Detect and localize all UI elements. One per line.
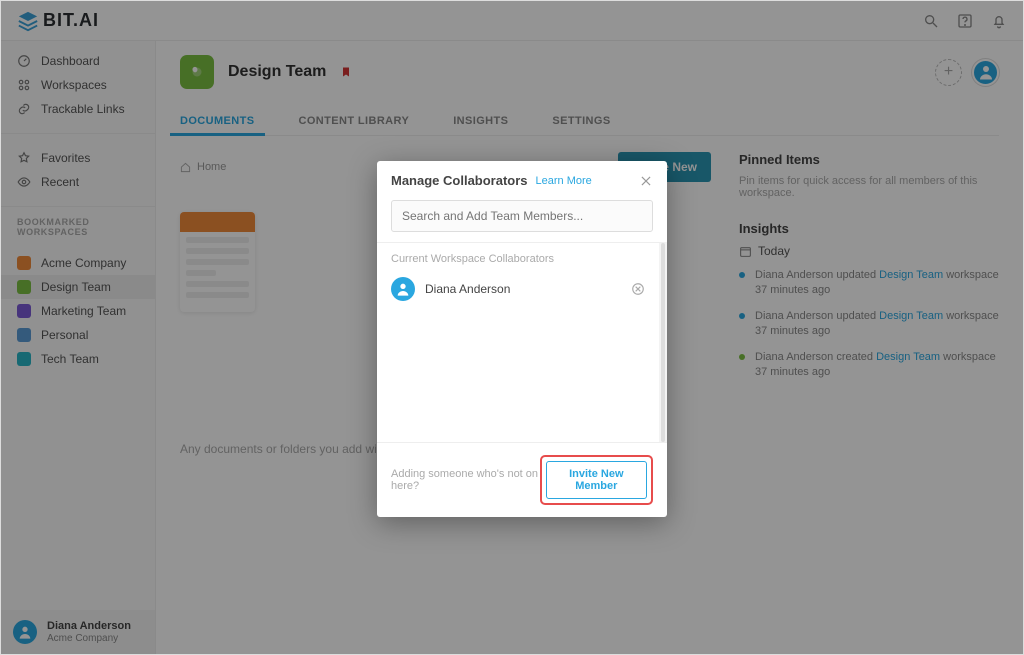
sidebar: Dashboard Workspaces Trackable Links Fav… <box>1 41 156 654</box>
sidebar-item-label: Personal <box>41 328 88 342</box>
sidebar-item-label: Trackable Links <box>41 102 125 116</box>
status-dot <box>739 313 745 319</box>
insight-item: Diana Anderson updated Design Team works… <box>739 268 999 299</box>
insight-link[interactable]: Design Team <box>879 269 943 281</box>
sidebar-item-label: Design Team <box>41 280 111 294</box>
sidebar-workspace-item[interactable]: Design Team <box>1 275 155 299</box>
status-dot <box>739 354 745 360</box>
document-card[interactable] <box>180 212 255 312</box>
sidebar-item-label: Favorites <box>41 151 90 165</box>
avatar-icon <box>391 277 415 301</box>
sidebar-workspace-item[interactable]: Tech Team <box>1 347 155 371</box>
breadcrumb-label: Home <box>197 161 226 173</box>
manage-collaborators-modal: Manage Collaborators Learn More Current … <box>377 161 667 517</box>
modal-title: Manage Collaborators <box>391 173 528 188</box>
tab-settings[interactable]: SETTINGS <box>552 107 610 135</box>
sidebar-item-label: Marketing Team <box>41 304 126 318</box>
home-icon <box>180 162 191 173</box>
pinned-title: Pinned Items <box>739 152 999 167</box>
tab-documents[interactable]: DOCUMENTS <box>180 107 255 135</box>
sidebar-item-recent[interactable]: Recent <box>1 170 155 194</box>
close-icon[interactable] <box>639 174 653 188</box>
tab-content-library[interactable]: CONTENT LIBRARY <box>299 107 410 135</box>
brand-logo[interactable]: BIT.AI <box>17 10 99 32</box>
grid-icon <box>17 78 31 92</box>
profile-sub: Acme Company <box>47 633 131 644</box>
pinned-sub: Pin items for quick access for all membe… <box>739 175 999 199</box>
collaborator-name: Diana Anderson <box>425 282 510 296</box>
insight-link[interactable]: Design Team <box>876 351 940 363</box>
profile-name: Diana Anderson <box>47 620 131 632</box>
workspace-tabs: DOCUMENTS CONTENT LIBRARY INSIGHTS SETTI… <box>180 107 999 136</box>
sidebar-item-label: Workspaces <box>41 78 107 92</box>
sidebar-item-workspaces[interactable]: Workspaces <box>1 73 155 97</box>
search-members-input[interactable] <box>391 200 653 232</box>
collaborator-row: Diana Anderson <box>391 273 645 305</box>
sidebar-item-dashboard[interactable]: Dashboard <box>1 49 155 73</box>
add-member-button[interactable]: + <box>935 59 962 86</box>
workspace-badge <box>180 55 214 89</box>
tab-insights[interactable]: INSIGHTS <box>453 107 508 135</box>
top-bar: BIT.AI <box>1 1 1023 41</box>
workspace-color-swatch <box>17 328 31 342</box>
help-icon[interactable] <box>957 13 973 29</box>
sidebar-section-header: BOOKMARKED WORKSPACES <box>1 211 155 243</box>
profile-card[interactable]: Diana Anderson Acme Company <box>1 610 155 654</box>
bookmark-icon[interactable] <box>340 65 352 79</box>
breadcrumb[interactable]: Home <box>180 161 226 173</box>
sidebar-item-trackable-links[interactable]: Trackable Links <box>1 97 155 121</box>
sidebar-item-label: Tech Team <box>41 352 99 366</box>
workspace-color-swatch <box>17 280 31 294</box>
sidebar-workspace-item[interactable]: Personal <box>1 323 155 347</box>
eye-icon <box>17 175 31 189</box>
gauge-icon <box>17 54 31 68</box>
sidebar-item-label: Acme Company <box>41 256 126 270</box>
sidebar-item-favorites[interactable]: Favorites <box>1 146 155 170</box>
insight-item: Diana Anderson updated Design Team works… <box>739 309 999 340</box>
remove-icon[interactable] <box>631 282 645 296</box>
modal-footer-note: Adding someone who's not on here? <box>391 468 540 492</box>
link-icon <box>17 102 31 116</box>
scrollbar[interactable] <box>661 243 665 442</box>
sidebar-item-label: Recent <box>41 175 79 189</box>
sidebar-workspace-item[interactable]: Acme Company <box>1 251 155 275</box>
insights-title: Insights <box>739 221 999 236</box>
workspace-color-swatch <box>17 256 31 270</box>
learn-more-link[interactable]: Learn More <box>536 175 592 187</box>
workspace-color-swatch <box>17 304 31 318</box>
invite-new-member-button[interactable]: Invite New Member <box>546 461 647 499</box>
calendar-icon <box>739 245 752 258</box>
search-icon[interactable] <box>923 13 939 29</box>
sidebar-item-label: Dashboard <box>41 54 100 68</box>
avatar-icon <box>13 620 37 644</box>
insights-day: Today <box>739 244 999 258</box>
insight-link[interactable]: Design Team <box>879 310 943 322</box>
star-icon <box>17 151 31 165</box>
status-dot <box>739 272 745 278</box>
sidebar-workspace-item[interactable]: Marketing Team <box>1 299 155 323</box>
member-avatar[interactable] <box>972 59 999 86</box>
workspace-title: Design Team <box>228 63 326 81</box>
brand-text: BIT.AI <box>43 10 99 31</box>
invite-highlight: Invite New Member <box>540 455 653 505</box>
modal-subtitle: Current Workspace Collaborators <box>391 253 645 265</box>
bell-icon[interactable] <box>991 13 1007 29</box>
workspace-color-swatch <box>17 352 31 366</box>
insight-item: Diana Anderson created Design Team works… <box>739 350 999 381</box>
